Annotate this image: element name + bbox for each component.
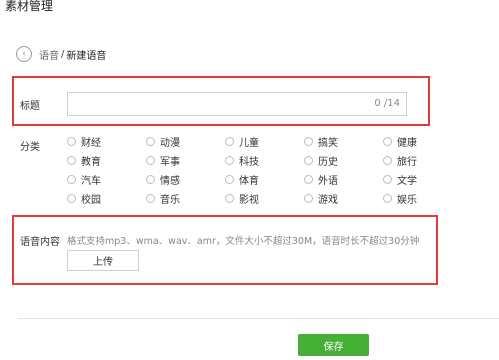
save-button[interactable]: 保存 — [298, 334, 369, 356]
category-option[interactable]: 体育 — [225, 172, 304, 187]
category-option[interactable]: 健康 — [383, 134, 462, 149]
category-label: 分类 — [20, 142, 40, 153]
radio-icon[interactable] — [146, 156, 155, 165]
category-option-label: 文学 — [397, 176, 417, 187]
category-option-label: 教育 — [81, 157, 101, 168]
breadcrumb-separator: / — [61, 48, 65, 60]
page-title: 素材管理 — [5, 0, 54, 13]
radio-icon[interactable] — [225, 175, 234, 184]
category-option-label: 科技 — [239, 157, 259, 168]
radio-icon[interactable] — [304, 137, 313, 146]
category-option[interactable]: 历史 — [304, 153, 383, 168]
category-option-label: 搞笑 — [318, 138, 338, 149]
category-option[interactable]: 汽车 — [67, 172, 146, 187]
category-option-label: 财经 — [81, 138, 101, 149]
category-option-label: 旅行 — [397, 157, 417, 168]
category-option-label: 军事 — [160, 157, 180, 168]
category-option[interactable]: 教育 — [67, 153, 146, 168]
radio-icon[interactable] — [383, 175, 392, 184]
category-option[interactable]: 科技 — [225, 153, 304, 168]
radio-icon[interactable] — [67, 175, 76, 184]
radio-icon[interactable] — [67, 194, 76, 203]
radio-icon[interactable] — [383, 194, 392, 203]
category-option-label: 儿童 — [239, 138, 259, 149]
radio-icon[interactable] — [383, 156, 392, 165]
category-option[interactable]: 影视 — [225, 191, 304, 206]
radio-icon[interactable] — [67, 156, 76, 165]
radio-icon[interactable] — [225, 194, 234, 203]
category-radio-group: 财经 动漫 儿童 搞笑 健康教育 军事 科技 历史 旅行汽车 情感 体育 外语 文学校园 音乐 影视 游戏 娱乐 — [67, 134, 462, 206]
category-option[interactable]: 搞笑 — [304, 134, 383, 149]
category-option-label: 历史 — [318, 157, 338, 168]
category-option[interactable]: 音乐 — [146, 191, 225, 206]
category-option[interactable]: 娱乐 — [383, 191, 462, 206]
category-option[interactable]: 旅行 — [383, 153, 462, 168]
category-option-label: 游戏 — [318, 195, 338, 206]
upload-button[interactable]: 上传 — [67, 250, 139, 271]
radio-icon[interactable] — [146, 175, 155, 184]
category-option-label: 汽车 — [81, 176, 101, 187]
radio-icon[interactable] — [225, 156, 234, 165]
radio-icon[interactable] — [225, 137, 234, 146]
breadcrumb: ‹ 语音 / 新建语音 — [16, 44, 106, 64]
category-option-label: 影视 — [239, 195, 259, 206]
radio-icon[interactable] — [383, 137, 392, 146]
category-option[interactable]: 财经 — [67, 134, 146, 149]
category-option[interactable]: 儿童 — [225, 134, 304, 149]
breadcrumb-parent-link[interactable]: 语音 — [39, 47, 59, 62]
radio-icon[interactable] — [304, 156, 313, 165]
category-option[interactable]: 文学 — [383, 172, 462, 187]
category-option-label: 娱乐 — [397, 195, 417, 206]
radio-icon[interactable] — [146, 194, 155, 203]
breadcrumb-current: 新建语音 — [66, 50, 107, 62]
category-option-label: 情感 — [160, 176, 180, 187]
radio-icon[interactable] — [304, 194, 313, 203]
radio-icon[interactable] — [146, 137, 155, 146]
category-option-label: 校园 — [81, 195, 101, 206]
category-option-label: 健康 — [397, 138, 417, 149]
voice-content-label: 语音内容 — [20, 237, 60, 248]
voice-format-hint: 格式支持mp3、wma、wav、amr，文件大小不超过30M，语音时长不超过30… — [67, 236, 420, 247]
category-option[interactable]: 情感 — [146, 172, 225, 187]
category-option-label: 音乐 — [160, 195, 180, 206]
title-char-counter: 0 /14 — [374, 98, 400, 109]
category-option[interactable]: 游戏 — [304, 191, 383, 206]
category-option[interactable]: 校园 — [67, 191, 146, 206]
title-input[interactable] — [72, 93, 366, 118]
title-label: 标题 — [20, 101, 40, 112]
back-arrow-icon[interactable]: ‹ — [16, 46, 32, 62]
radio-icon[interactable] — [67, 137, 76, 146]
category-option[interactable]: 动漫 — [146, 134, 225, 149]
title-field: 0 /14 — [67, 92, 407, 118]
category-option[interactable]: 军事 — [146, 153, 225, 168]
category-option-label: 动漫 — [160, 138, 180, 149]
radio-icon[interactable] — [304, 175, 313, 184]
category-option-label: 外语 — [318, 176, 338, 187]
category-option[interactable]: 外语 — [304, 172, 383, 187]
category-option-label: 体育 — [239, 176, 259, 187]
footer-divider — [18, 318, 499, 319]
